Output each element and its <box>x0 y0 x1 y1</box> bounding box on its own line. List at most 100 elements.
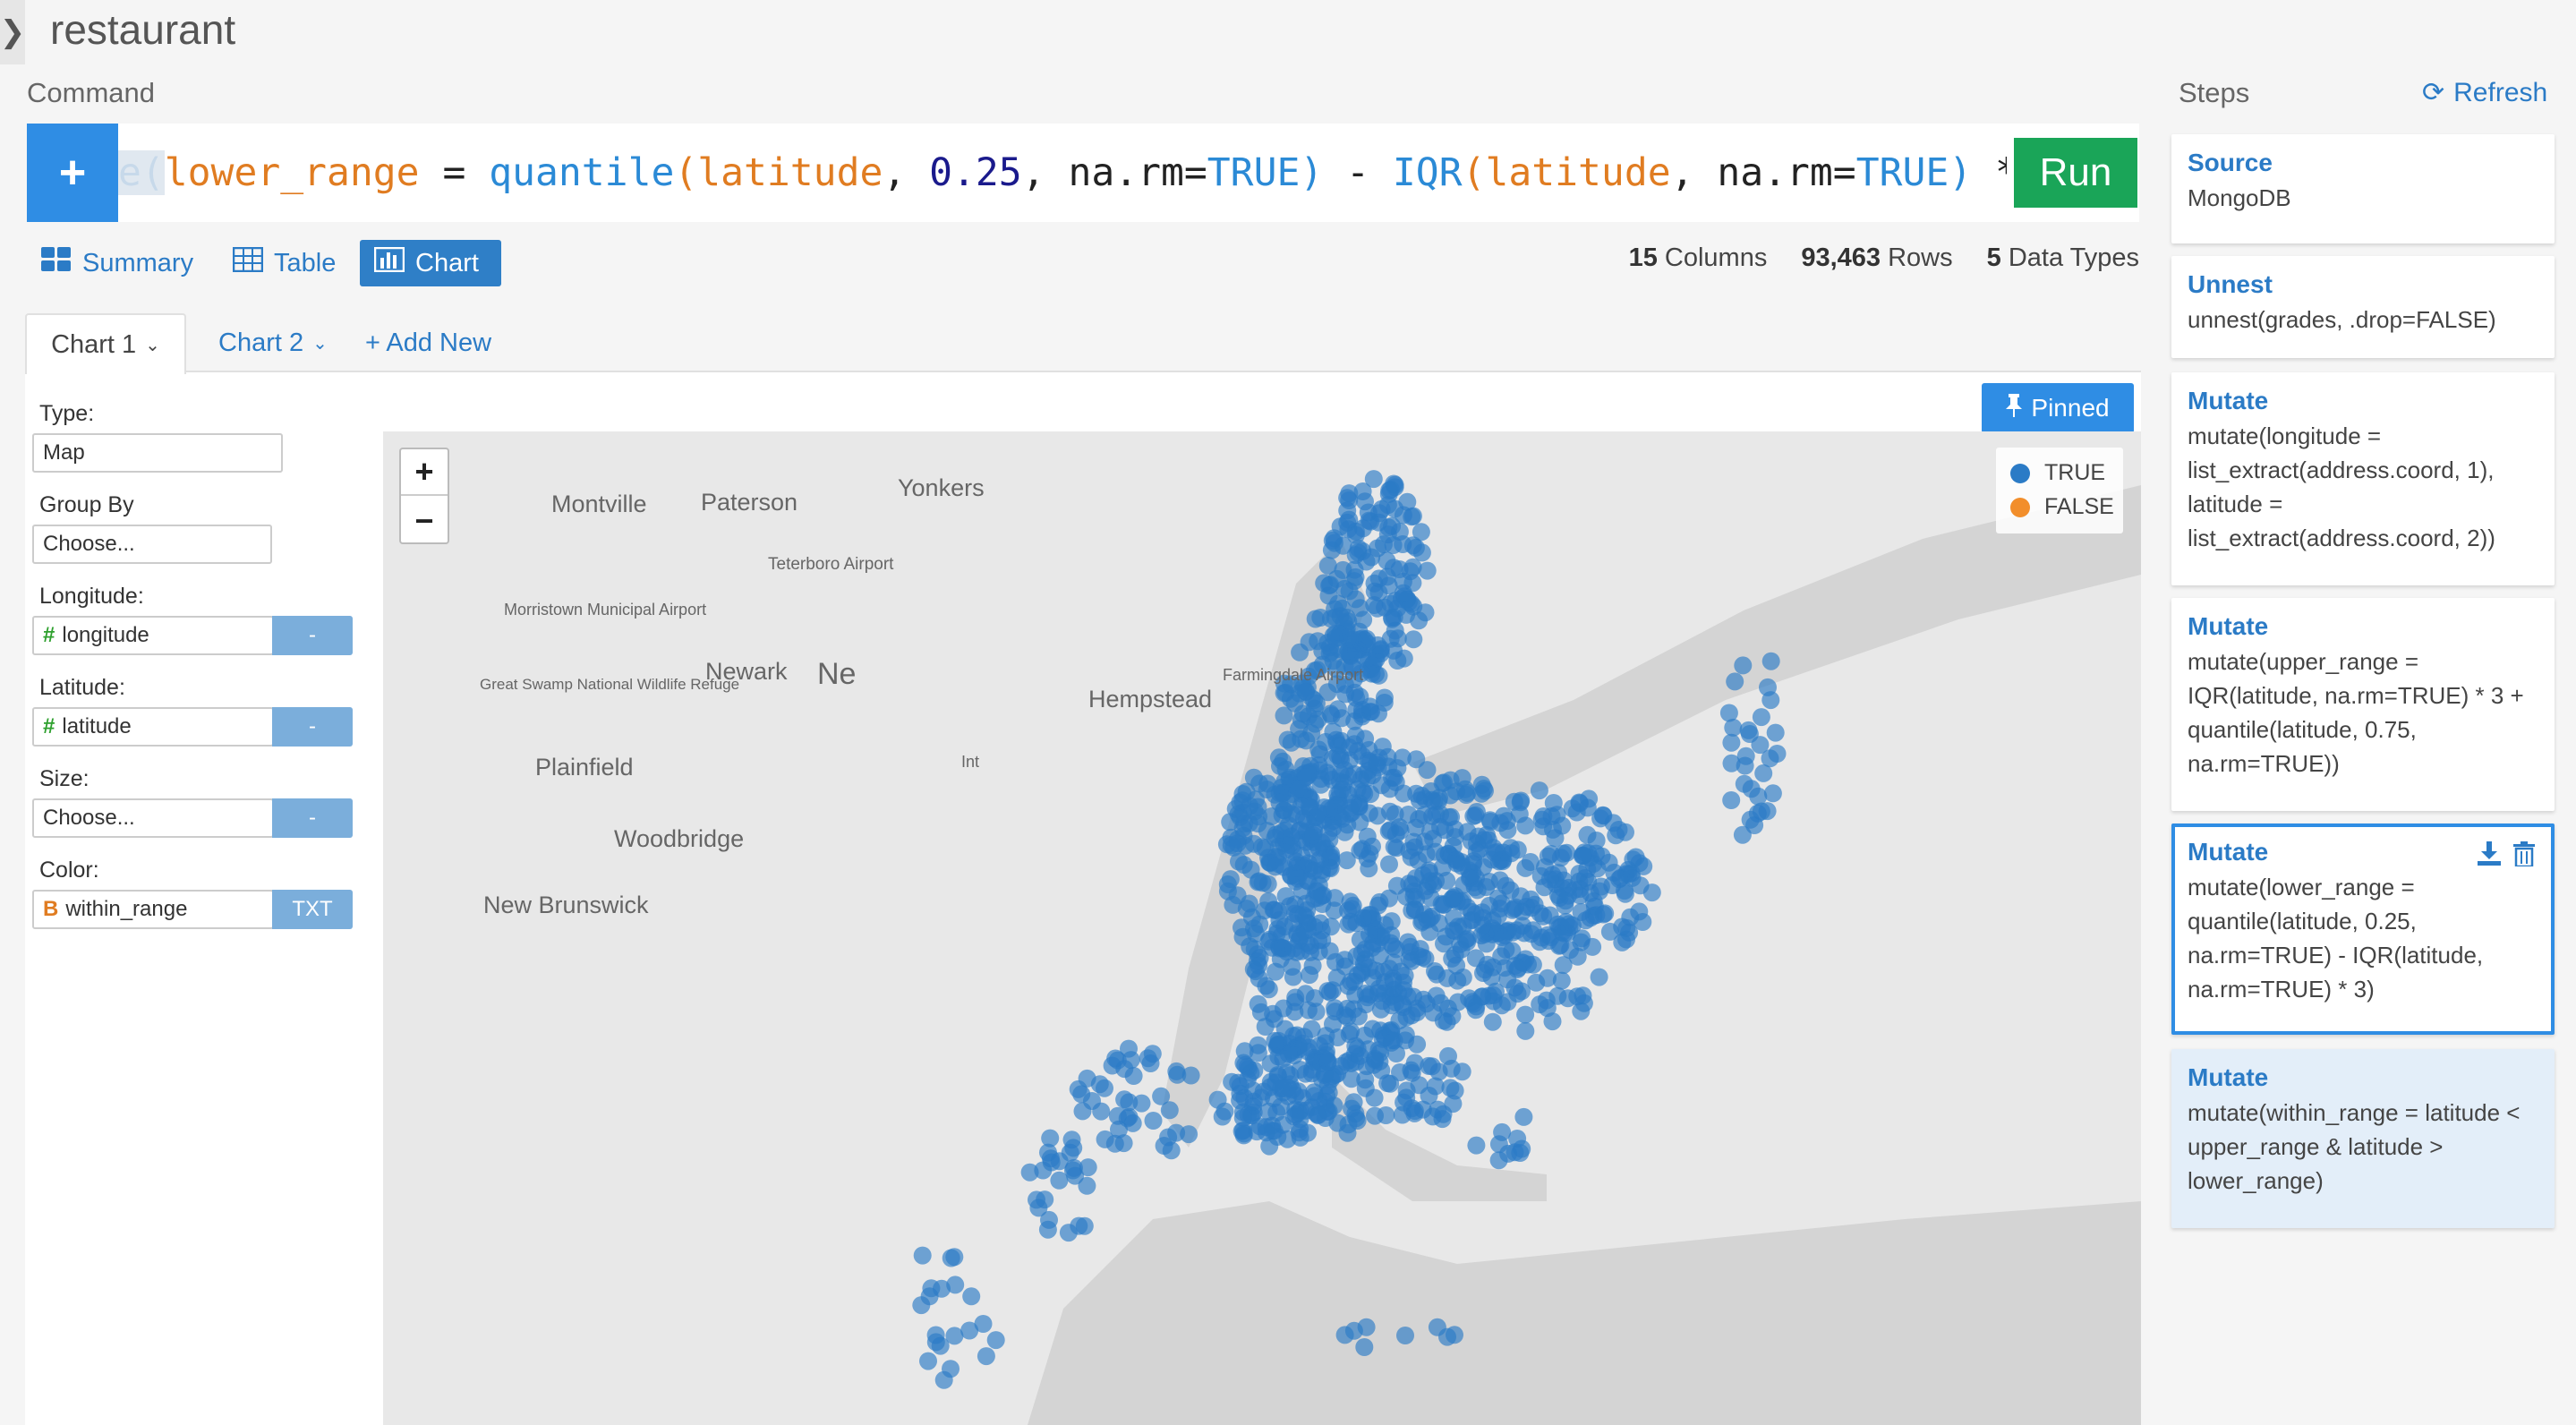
run-button[interactable]: Run <box>2014 138 2137 208</box>
download-icon[interactable] <box>2478 841 2501 873</box>
restaurant-point <box>1403 901 1421 920</box>
restaurant-point <box>1437 1012 1456 1031</box>
add-command-button[interactable]: + <box>27 124 118 222</box>
group-by-label: Group By <box>39 492 134 517</box>
restaurant-point <box>1613 933 1632 951</box>
restaurant-point <box>1331 517 1350 536</box>
step-unnest[interactable]: Unnest unnest(grades, .drop=FALSE) <box>2171 256 2555 358</box>
place-label: Montville <box>551 491 647 517</box>
tab-table[interactable]: Table <box>232 240 336 286</box>
size-agg-button[interactable]: - <box>272 798 353 838</box>
restaurant-point <box>1318 556 1337 575</box>
restaurant-point <box>1578 825 1597 844</box>
restaurant-point <box>1292 730 1310 748</box>
restaurant-point <box>1388 652 1407 670</box>
code-token: - <box>1346 150 1393 195</box>
chart-tab-2[interactable]: Chart 2 ⌄ <box>218 313 328 372</box>
restaurant-point <box>1514 1107 1533 1126</box>
restaurant-point <box>1218 882 1237 900</box>
color-select[interactable]: Bwithin_range <box>32 890 274 929</box>
restaurant-point <box>1289 780 1308 798</box>
pinned-button[interactable]: Pinned <box>1982 383 2134 433</box>
refresh-icon: ⟳ <box>2422 78 2445 107</box>
restaurant-point <box>1059 1224 1078 1242</box>
restaurant-point <box>1467 1136 1486 1155</box>
step-mutate-4[interactable]: Mutate mutate(within_range = latitude < … <box>2171 1049 2555 1228</box>
step-mutate-1[interactable]: Mutate mutate(longitude = list_extract(a… <box>2171 372 2555 585</box>
command-input[interactable]: e(lower_range = quantile(latitude, 0.25,… <box>118 124 2007 222</box>
restaurant-point <box>1326 952 1344 971</box>
restaurant-point <box>1231 1084 1250 1103</box>
restaurant-point <box>1269 1031 1288 1050</box>
step-source[interactable]: Source MongoDB <box>2171 134 2555 243</box>
restaurant-point <box>1560 918 1579 936</box>
longitude-agg-button[interactable]: - <box>272 616 353 655</box>
add-chart-button[interactable]: + Add New <box>365 313 491 372</box>
restaurant-point <box>1761 691 1780 710</box>
restaurant-point <box>1748 804 1767 823</box>
zoom-in-button[interactable]: + <box>401 449 448 496</box>
restaurant-point <box>1256 839 1275 858</box>
latitude-select[interactable]: # latitude <box>32 707 274 747</box>
tab-summary[interactable]: Summary <box>41 240 193 286</box>
latitude-agg-button[interactable]: - <box>272 707 353 747</box>
restaurant-point <box>1749 787 1768 806</box>
restaurant-point <box>1299 707 1318 726</box>
map-canvas[interactable]: Yonkers Montville Paterson Teterboro Airpor… <box>383 431 2141 1425</box>
restaurant-point <box>1574 846 1592 865</box>
restaurant-point <box>1213 1107 1232 1126</box>
step-title: Mutate <box>2188 612 2269 640</box>
step-mutate-2[interactable]: Mutate mutate(upper_range = IQR(latitude… <box>2171 598 2555 811</box>
legend-dot <box>2010 497 2030 517</box>
size-select[interactable]: Choose... <box>32 798 274 838</box>
trash-icon[interactable] <box>2513 841 2535 873</box>
restaurant-point <box>1386 824 1405 843</box>
type-select[interactable]: Map <box>32 433 283 473</box>
restaurant-point <box>1072 1085 1091 1104</box>
restaurant-point <box>1345 560 1364 579</box>
restaurant-point <box>1266 858 1284 876</box>
dataset-stats: 15 Columns 93,463 Rows 5 Data Types <box>1629 243 2139 273</box>
restaurant-point <box>1489 1135 1508 1154</box>
restaurant-point <box>1378 747 1397 766</box>
code-token: * <box>1995 150 2007 195</box>
restaurant-point <box>1311 914 1329 933</box>
restaurant-point <box>1275 684 1293 703</box>
sidebar-toggle-button[interactable]: ❯ <box>0 0 25 64</box>
code-token: ( <box>674 150 698 195</box>
step-body: unnest(grades, .drop=FALSE) <box>2188 306 2496 333</box>
group-by-select[interactable]: Choose... <box>32 525 272 564</box>
restaurant-point <box>1490 871 1509 890</box>
step-mutate-3[interactable]: Mutate mutate(lower_range = quantile(lat… <box>2171 823 2555 1035</box>
steps-label: Steps <box>2179 77 2250 108</box>
color-type-button[interactable]: TXT <box>272 890 353 929</box>
step-body: mutate(upper_range = IQR(latitude, na.rm… <box>2188 648 2524 777</box>
longitude-label: Longitude: <box>39 584 144 609</box>
longitude-select[interactable]: # longitude <box>32 616 274 655</box>
tab-chart[interactable]: Chart <box>360 240 501 286</box>
restaurant-point <box>1384 559 1403 577</box>
restaurant-point <box>1306 610 1325 628</box>
restaurant-point <box>1258 822 1276 840</box>
restaurant-point <box>1318 764 1336 782</box>
restaurant-point <box>1300 798 1318 816</box>
legend-label: FALSE <box>2044 494 2114 519</box>
restaurant-point <box>1313 931 1332 950</box>
restaurant-point <box>974 1315 993 1333</box>
zoom-out-button[interactable]: − <box>401 498 448 544</box>
restaurant-point <box>1761 652 1780 670</box>
restaurant-point <box>946 1276 965 1294</box>
code-token: IQR <box>1392 150 1463 195</box>
restaurant-point <box>1726 672 1744 691</box>
restaurant-point <box>1096 1130 1114 1148</box>
chart-tab-1[interactable]: Chart 1 ⌄ <box>25 313 186 374</box>
step-body: MongoDB <box>2188 184 2291 211</box>
restaurant-point <box>1338 1123 1357 1142</box>
legend-item-false: FALSE <box>2010 494 2114 520</box>
restaurant-point <box>1296 682 1315 701</box>
restaurant-point <box>1305 1087 1324 1105</box>
refresh-button[interactable]: ⟳ Refresh <box>2422 77 2547 108</box>
restaurant-point <box>1492 947 1511 966</box>
restaurant-point <box>1571 880 1590 899</box>
restaurant-point <box>1234 1122 1252 1139</box>
